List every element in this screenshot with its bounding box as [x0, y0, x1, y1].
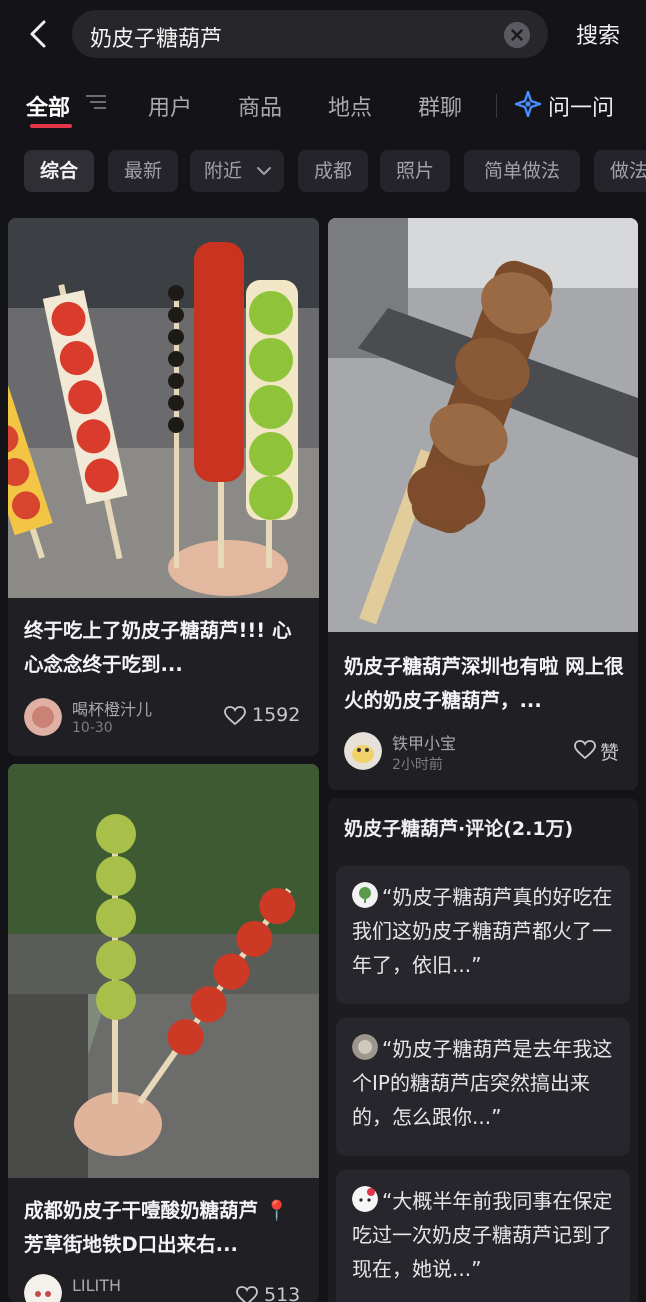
back-arrow-icon[interactable] [24, 18, 54, 50]
chip-nearby[interactable]: 附近 [190, 150, 284, 192]
comment-item[interactable]: “奶皮子糖葫芦是去年我这个IP的糖葫芦店突然搞出来的，怎么跟你...” [336, 1018, 630, 1156]
search-query: 奶皮子糖葫芦 [90, 27, 223, 52]
comment-item[interactable]: “奶皮子糖葫芦真的好吃在我们这奶皮子糖葫芦都火了一年了，依旧...” [336, 866, 630, 1004]
sparkle-icon [514, 90, 542, 118]
avatar [344, 732, 382, 770]
author-name: 喝杯橙汁儿 [72, 700, 153, 719]
chevron-down-icon [257, 167, 271, 175]
chip-chengdu[interactable]: 成都 [298, 150, 368, 192]
heart-icon[interactable] [236, 1286, 258, 1302]
ask-label: 问一问 [548, 96, 615, 121]
tab-products[interactable]: 商品 [238, 90, 282, 122]
filter-chips: 综合 最新 附近 成都 照片 简单做法 做法 [0, 148, 646, 196]
comments-title: 奶皮子糖葫芦·评论(2.1万) [344, 818, 574, 840]
heart-icon[interactable] [224, 706, 246, 726]
chip-recipe[interactable]: 做法 [594, 150, 646, 192]
filter-menu-icon[interactable] [86, 94, 106, 110]
feed-card[interactable]: 成都奶皮子干噎酸奶糖葫芦 📍芳草街地铁D口出来右... LILITH 513 [8, 764, 319, 1302]
post-photo [8, 764, 319, 1178]
search-input[interactable]: 奶皮子糖葫芦 [72, 10, 548, 58]
tab-users[interactable]: 用户 [148, 90, 192, 122]
comments-panel[interactable]: 奶皮子糖葫芦·评论(2.1万) “奶皮子糖葫芦真的好吃在我们这奶皮子糖葫芦都火了… [328, 798, 638, 1302]
clear-icon[interactable] [504, 22, 530, 48]
tab-groups[interactable]: 群聊 [418, 90, 462, 122]
like-count: 513 [264, 1284, 301, 1302]
comment-text: “大概半年前我同事在保定吃过一次奶皮子糖葫芦记到了现在，她说...” [352, 1189, 613, 1281]
post-time: 10-30 [72, 720, 113, 736]
avatar [24, 698, 62, 736]
active-tab-indicator [30, 124, 72, 128]
post-title: 成都奶皮子干噎酸奶糖葫芦 📍芳草街地铁D口出来右... [24, 1199, 290, 1256]
chip-photos[interactable]: 照片 [380, 150, 450, 192]
category-tabs: 全部 用户 商品 地点 群聊 问一问 [0, 80, 646, 134]
author-name: LILITH [72, 1276, 122, 1295]
post-title: 终于吃上了奶皮子糖葫芦!!! 心心念念终于吃到... [24, 619, 292, 676]
post-title: 奶皮子糖葫芦深圳也有啦 网上很火的奶皮子糖葫芦，... [344, 655, 624, 712]
tab-divider [496, 94, 497, 118]
like-count: 1592 [252, 704, 301, 726]
feed-card[interactable]: 终于吃上了奶皮子糖葫芦!!! 心心念念终于吃到... 喝杯橙汁儿 10-30 1… [8, 218, 319, 756]
search-header: 奶皮子糖葫芦 搜索 [0, 0, 646, 68]
comment-text: “奶皮子糖葫芦真的好吃在我们这奶皮子糖葫芦都火了一年了，依旧...” [352, 885, 613, 977]
post-time: 2小时前 [392, 757, 443, 773]
post-photo [328, 218, 638, 632]
comment-item[interactable]: “大概半年前我同事在保定吃过一次奶皮子糖葫芦记到了现在，她说...” [336, 1170, 630, 1302]
tab-all[interactable]: 全部 [26, 90, 70, 122]
chip-nearby-label: 附近 [204, 160, 243, 182]
heart-icon[interactable] [574, 740, 596, 760]
like-count: 赞 [600, 742, 620, 764]
chip-latest[interactable]: 最新 [108, 150, 178, 192]
chip-simple-recipe[interactable]: 简单做法 [464, 150, 580, 192]
author-name: 铁甲小宝 [392, 734, 457, 753]
comment-text: “奶皮子糖葫芦是去年我这个IP的糖葫芦店突然搞出来的，怎么跟你...” [352, 1037, 613, 1129]
feed-card[interactable]: 奶皮子糖葫芦深圳也有啦 网上很火的奶皮子糖葫芦，... 铁甲小宝 2小时前 赞 [328, 218, 638, 790]
avatar [24, 1274, 62, 1302]
tab-places[interactable]: 地点 [328, 90, 372, 122]
search-button[interactable]: 搜索 [576, 18, 620, 50]
post-photo [8, 218, 319, 598]
chip-comprehensive[interactable]: 综合 [24, 150, 94, 192]
